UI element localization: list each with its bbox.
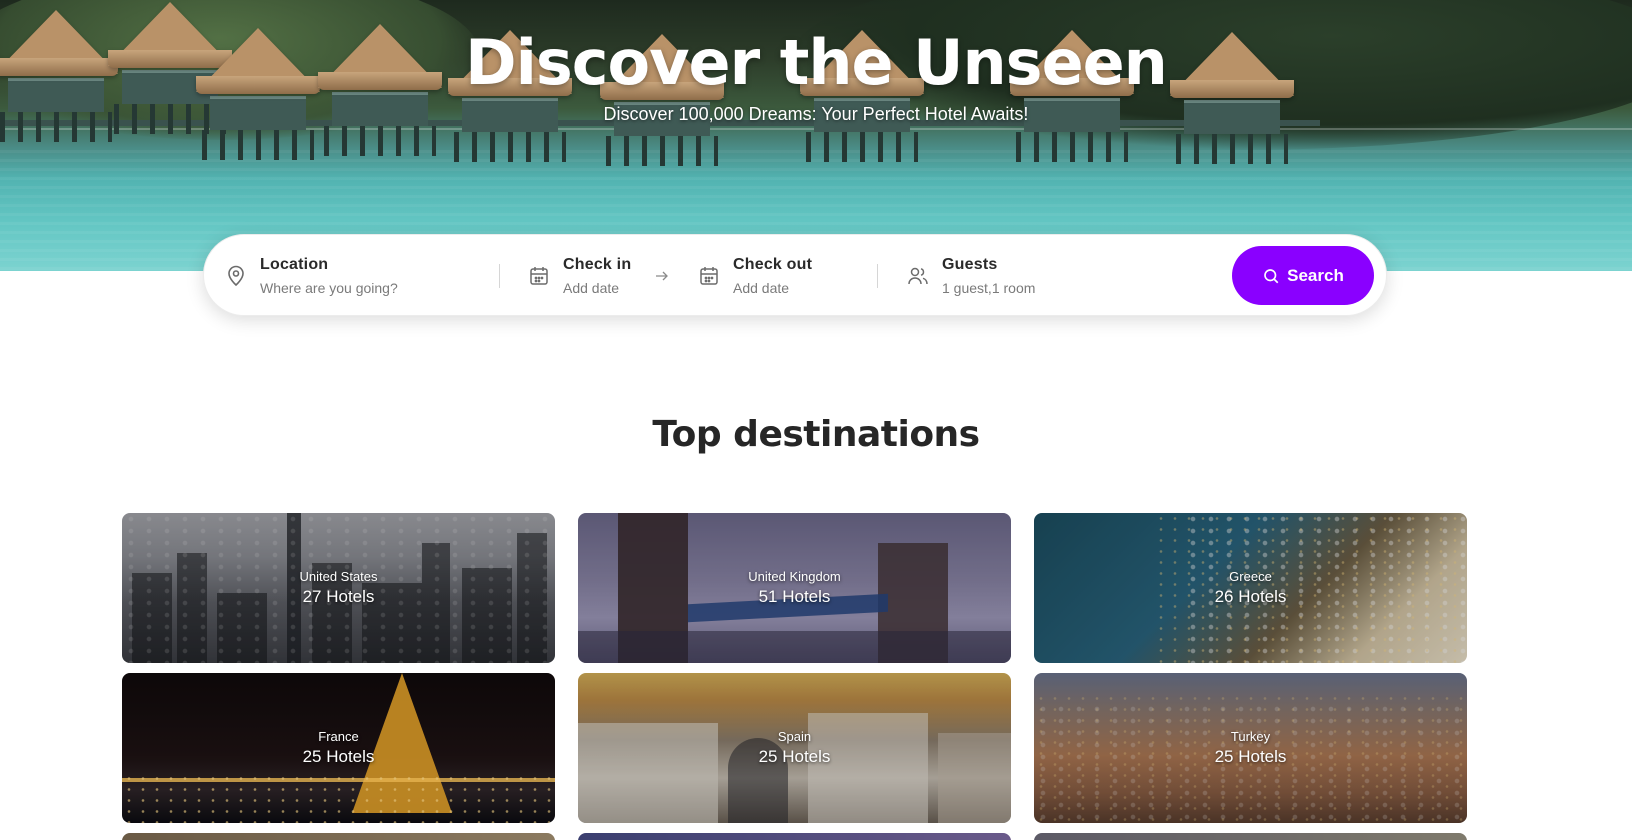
destination-name: Turkey <box>1230 729 1271 744</box>
destination-card-partial[interactable] <box>1034 833 1467 840</box>
destination-card[interactable]: France 25 Hotels <box>122 673 555 823</box>
destination-name: France <box>318 729 359 744</box>
search-icon <box>1264 268 1279 283</box>
guests-label: Guests <box>942 256 998 273</box>
destination-hotel-count: 25 Hotels <box>302 747 375 766</box>
calendar-icon <box>530 267 548 285</box>
destination-card[interactable]: United Kingdom 51 Hotels <box>578 513 1011 663</box>
calendar-icon <box>700 267 718 285</box>
location-label: Location <box>260 255 329 273</box>
users-icon <box>908 267 928 285</box>
section-title: Top destinations <box>652 414 980 455</box>
destination-name: Greece <box>1229 569 1272 584</box>
destination-card[interactable]: Spain 25 Hotels <box>578 673 1011 823</box>
destination-hotel-count: 51 Hotels <box>758 587 831 606</box>
hero-title: Discover the Unseen <box>465 26 1168 99</box>
search-divider <box>877 264 878 288</box>
destination-name: United States <box>299 569 378 584</box>
destination-name: Spain <box>777 729 812 744</box>
destination-card[interactable]: Turkey 25 Hotels <box>1034 673 1467 823</box>
location-field[interactable]: Location <box>224 235 494 317</box>
guests-value: 1 guest,1 room <box>942 280 1036 296</box>
check-in-label: Check in <box>563 256 632 273</box>
check-in-field[interactable]: Check in Add date <box>527 235 647 317</box>
location-input[interactable] <box>260 279 490 296</box>
map-pin-icon <box>228 265 244 287</box>
arrow-right-icon <box>656 271 668 281</box>
check-out-label: Check out <box>733 256 813 273</box>
destination-name: United Kingdom <box>748 569 841 584</box>
destination-hotel-count: 25 Hotels <box>1214 747 1287 766</box>
destination-hotel-count: 26 Hotels <box>1214 587 1287 606</box>
guests-field[interactable]: Guests 1 guest,1 room <box>906 235 1106 317</box>
check-out-value: Add date <box>733 280 790 296</box>
search-button-label: Search <box>1287 265 1344 285</box>
check-out-field[interactable]: Check out Add date <box>697 235 837 317</box>
hero-banner: Discover the Unseen Discover 100,000 Dre… <box>0 0 1632 271</box>
destination-card[interactable]: Greece 26 Hotels <box>1034 513 1467 663</box>
destination-hotel-count: 25 Hotels <box>758 747 831 766</box>
search-divider <box>499 264 500 288</box>
hotel-search-bar: Location Check in Add date Check out Add… <box>203 234 1387 316</box>
search-button[interactable]: Search <box>1232 246 1374 305</box>
destination-card[interactable]: United States 27 Hotels <box>122 513 555 663</box>
check-in-value: Add date <box>563 280 620 296</box>
destination-card-partial[interactable] <box>578 833 1011 840</box>
hero-subtitle: Discover 100,000 Dreams: Your Perfect Ho… <box>603 104 1029 124</box>
destination-card-partial[interactable] <box>122 833 555 840</box>
destination-hotel-count: 27 Hotels <box>302 587 375 606</box>
